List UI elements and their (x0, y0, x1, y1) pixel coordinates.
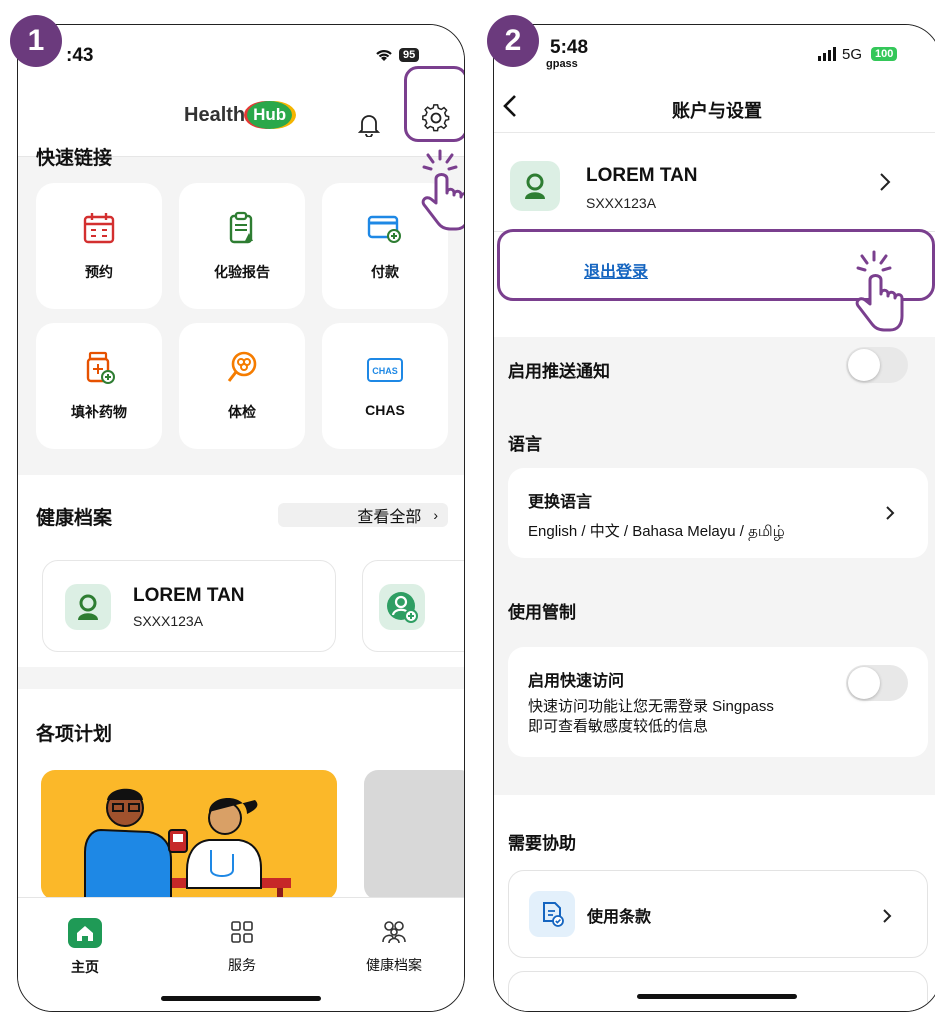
chevron-right-icon (881, 905, 893, 931)
quick-access-toggle[interactable] (846, 665, 908, 701)
programs-title: 各项计划 (36, 724, 113, 745)
chevron-right-icon (884, 502, 896, 528)
quick-access-card: 启用快速访问 快速访问功能让您无需登录 Singpass 即可查看敏感度较低的信… (508, 647, 928, 757)
status-time: :43 (66, 45, 94, 66)
avatar (65, 584, 111, 630)
quick-access-desc-2: 即可查看敏感度较低的信息 (528, 718, 709, 735)
language-title: 更换语言 (528, 494, 593, 511)
back-to-app-label[interactable]: gpass (546, 58, 578, 70)
medicine-bottle-icon (82, 351, 116, 390)
lab-report-icon (225, 211, 259, 250)
program-card[interactable] (41, 770, 337, 900)
tap-hand-icon (414, 145, 464, 240)
tap-hand-icon (848, 246, 908, 341)
quick-link-appointment[interactable]: 预约 (36, 183, 162, 309)
step-badge-2: 2 (487, 15, 539, 67)
view-all-button[interactable]: 查看全部 › (278, 503, 448, 527)
quick-access-title: 启用快速访问 (528, 673, 625, 690)
services-grid-icon (228, 918, 256, 949)
home-icon (68, 918, 102, 951)
help-section-title: 需要协助 (508, 834, 576, 853)
gear-highlight (404, 66, 464, 142)
nav-bar: 账户与设置 (494, 85, 935, 133)
profile-name: LOREM TAN (586, 165, 698, 186)
network-type: 5G (842, 46, 863, 63)
phone-home-screen: :43 95 Health Hub 快速链接 预约 化验报告 付款 填补药物 体… (17, 24, 465, 1012)
add-profile-card[interactable] (362, 560, 464, 652)
chas-icon: CHAS (365, 355, 405, 390)
bell-icon[interactable] (357, 113, 381, 142)
healthhub-logo: Health Hub (184, 101, 293, 129)
status-bar: 5:48 gpass 5G 100 (494, 25, 935, 85)
profile-id: SXXX123A (586, 195, 657, 211)
tab-services[interactable]: 服务 (192, 918, 292, 975)
profile-name: LOREM TAN (133, 585, 245, 606)
health-records-title: 健康档案 (36, 508, 113, 529)
next-help-card[interactable] (508, 971, 928, 1011)
terms-label: 使用条款 (587, 909, 652, 926)
logo-text: Health (184, 103, 246, 126)
tab-health-records[interactable]: 健康档案 (344, 918, 444, 975)
profile-card[interactable]: LOREM TAN SXXX123A (42, 560, 336, 652)
screening-icon (225, 351, 259, 390)
quick-link-lab-report[interactable]: 化验报告 (179, 183, 305, 309)
quick-link-label: 体检 (228, 403, 256, 420)
signal-icon (818, 47, 838, 66)
battery-level: 100 (871, 47, 898, 61)
add-profile-icon (379, 584, 425, 630)
tab-label: 主页 (71, 959, 99, 975)
status-time: 5:48 (550, 37, 589, 58)
language-card[interactable]: 更换语言 English / 中文 / Bahasa Melayu / தமிழ… (508, 468, 928, 558)
doctor-patient-illustration (84, 788, 291, 900)
chevron-right-icon: › (433, 507, 438, 523)
svg-text:CHAS: CHAS (372, 366, 398, 376)
avatar (510, 161, 560, 211)
profile-id: SXXX123A (133, 613, 204, 629)
quick-link-medicine-refill[interactable]: 填补药物 (36, 323, 162, 449)
access-section-title: 使用管制 (508, 603, 576, 622)
language-options: English / 中文 / Bahasa Melayu / தமிழ் (528, 523, 785, 540)
view-all-label: 查看全部 (357, 509, 422, 526)
status-bar: :43 95 (18, 25, 464, 85)
quick-link-label: 付款 (371, 263, 399, 280)
quick-access-desc-1: 快速访问功能让您无需登录 Singpass (528, 698, 774, 715)
push-toggle[interactable] (846, 347, 908, 383)
terms-card[interactable]: 使用条款 (508, 870, 928, 958)
calendar-icon (82, 211, 116, 250)
tab-label: 服务 (228, 957, 256, 973)
quick-link-label: 预约 (85, 263, 113, 280)
terms-icon (529, 891, 575, 937)
wifi-icon (374, 47, 394, 68)
home-indicator (637, 994, 797, 999)
tab-bar: 主页 服务 健康档案 (18, 897, 464, 1011)
quick-link-label: 填补药物 (71, 403, 127, 420)
logo-hub: Hub (247, 101, 293, 129)
language-section-title: 语言 (508, 435, 542, 454)
quick-link-screening[interactable]: 体检 (179, 323, 305, 449)
phone-settings-screen: 5:48 gpass 5G 100 账户与设置 LOREM TAN SXXX12… (493, 24, 935, 1012)
chevron-right-icon[interactable] (878, 171, 892, 199)
push-label: 启用推送通知 (508, 362, 610, 381)
program-card-next[interactable] (364, 770, 464, 900)
tab-home[interactable]: 主页 (35, 918, 135, 977)
quick-link-chas[interactable]: CHAS CHAS (322, 323, 448, 449)
tab-label: 健康档案 (366, 957, 422, 973)
quick-link-label: 化验报告 (214, 263, 270, 280)
payment-card-icon (367, 211, 403, 250)
quick-links-title: 快速链接 (36, 148, 113, 169)
step-badge-1: 1 (10, 15, 62, 67)
home-indicator (161, 996, 321, 1001)
page-title: 账户与设置 (672, 101, 762, 121)
battery-level: 95 (399, 48, 420, 62)
family-icon (380, 918, 408, 949)
quick-link-label: CHAS (365, 401, 405, 418)
